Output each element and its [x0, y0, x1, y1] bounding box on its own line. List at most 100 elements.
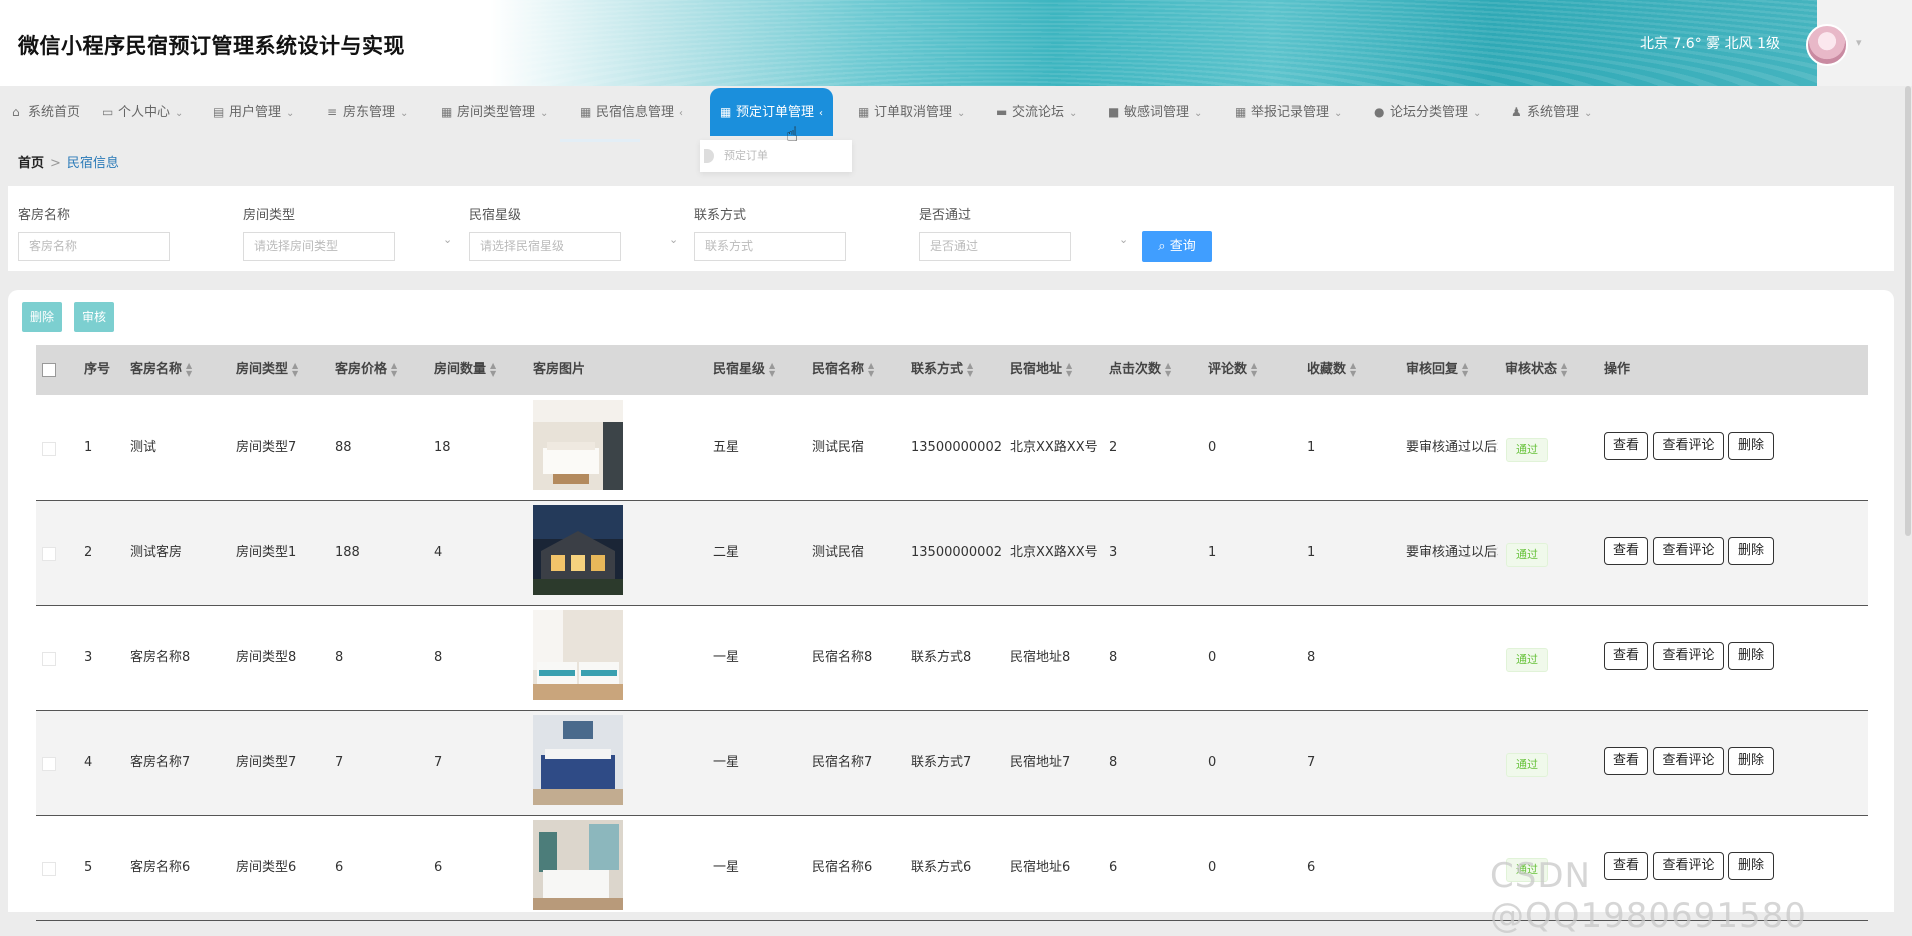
chevron-down-icon[interactable]: ⌄ [443, 233, 452, 246]
contact-input[interactable]: 联系方式 [694, 232, 846, 261]
grid-icon: ▦ [580, 105, 592, 119]
room-image[interactable] [533, 820, 623, 910]
row-checkbox[interactable] [42, 652, 56, 666]
cell-favorites: 6 [1307, 860, 1316, 875]
col-header-contact[interactable]: 联系方式 ▲ ▼ [911, 345, 973, 395]
sort-icon[interactable]: ▲ ▼ [1066, 361, 1072, 378]
view-button[interactable]: 查看 [1604, 747, 1648, 775]
cell-no: 3 [84, 650, 93, 665]
sort-icon[interactable]: ▲ ▼ [490, 361, 496, 378]
chevron-down-icon[interactable]: ⌄ [669, 233, 678, 246]
col-header-address[interactable]: 民宿地址 ▲ ▼ [1010, 345, 1072, 395]
row-checkbox[interactable] [42, 442, 56, 456]
delete-button[interactable]: 删除 [22, 302, 63, 332]
sort-icon[interactable]: ▲ ▼ [1561, 361, 1567, 378]
row-delete-button[interactable]: 删除 [1728, 747, 1774, 775]
row-checkbox[interactable] [42, 862, 56, 876]
sort-icon[interactable]: ▲ ▼ [1350, 361, 1356, 378]
row-checkbox[interactable] [42, 757, 56, 771]
nav-item-bookings[interactable]: ▦ 预定订单管理 ‹ [710, 88, 834, 136]
col-header-price[interactable]: 客房价格 ▲ ▼ [335, 345, 397, 395]
row-checkbox[interactable] [42, 547, 56, 561]
col-header-inn-name[interactable]: 民宿名称 ▲ ▼ [812, 345, 874, 395]
cell-inn-name: 民宿名称7 [812, 755, 873, 770]
sort-icon[interactable]: ▲ ▼ [1165, 361, 1171, 378]
col-header-comments[interactable]: 评论数 ▲ ▼ [1208, 345, 1257, 395]
page-scrollbar[interactable] [1905, 86, 1911, 536]
room-image[interactable] [533, 715, 623, 805]
view-comments-button[interactable]: 查看评论 [1653, 747, 1724, 775]
chevron-down-icon[interactable]: ⌄ [1119, 233, 1128, 246]
room-type-select[interactable]: 请选择房间类型 [243, 232, 395, 261]
sort-icon[interactable]: ▲ ▼ [769, 361, 775, 378]
chevron-down-icon: ⌄ [1334, 108, 1343, 119]
nav-item-landlords[interactable]: ≡ 房东管理 ⌄ [327, 88, 408, 136]
nav-item-forum-categories[interactable]: ● 论坛分类管理 ⌄ [1374, 88, 1481, 136]
nav-item-inn-info[interactable]: ▦ 民宿信息管理 ‹ [580, 88, 683, 136]
cell-comments: 0 [1208, 755, 1217, 770]
nav-item-room-types[interactable]: ▦ 房间类型管理 ⌄ [441, 88, 548, 136]
user-avatar[interactable] [1806, 24, 1848, 66]
star-select[interactable]: 请选择民宿星级 [469, 232, 621, 261]
status-badge: 通过 [1506, 543, 1548, 567]
submenu-bookings[interactable]: 预定订单 [700, 140, 852, 172]
nav-item-system[interactable]: ♟ 系统管理 ⌄ [1511, 88, 1592, 136]
nav-item-home[interactable]: ⌂ 系统首页 [12, 88, 80, 136]
cell-star: 一星 [713, 650, 740, 665]
col-header-room-type[interactable]: 房间类型 ▲ ▼ [236, 345, 298, 395]
query-button[interactable]: ⌕ 查询 [1142, 231, 1212, 262]
approved-select[interactable]: 是否通过 [919, 232, 1071, 261]
user-icon: ♟ [1511, 105, 1522, 119]
cell-no: 1 [84, 440, 93, 455]
sort-icon[interactable]: ▲ ▼ [292, 361, 298, 378]
breadcrumb-separator: > [50, 156, 61, 171]
cell-room-type: 房间类型6 [236, 860, 297, 875]
col-header-reply[interactable]: 审核回复 ▲ ▼ [1406, 345, 1468, 395]
view-comments-button[interactable]: 查看评论 [1653, 642, 1724, 670]
room-image[interactable] [533, 400, 623, 490]
col-header-count[interactable]: 房间数量 ▲ ▼ [434, 345, 496, 395]
col-header-favorites[interactable]: 收藏数 ▲ ▼ [1307, 345, 1356, 395]
select-all-checkbox[interactable] [42, 363, 56, 377]
cell-contact: 13500000002 [911, 440, 1002, 455]
sort-icon[interactable]: ▲ ▼ [1462, 361, 1468, 378]
cell-clicks: 2 [1109, 440, 1118, 455]
sort-icon[interactable]: ▲ ▼ [868, 361, 874, 378]
breadcrumb-home[interactable]: 首页 [18, 156, 44, 171]
nav-item-users[interactable]: ▤ 用户管理 ⌄ [213, 88, 294, 136]
cell-count: 8 [434, 650, 443, 665]
nav-item-cancellations[interactable]: ▦ 订单取消管理 ⌄ [858, 88, 965, 136]
row-delete-button[interactable]: 删除 [1728, 537, 1774, 565]
cell-reply: 要审核通过以后才能 [1406, 440, 1498, 455]
cell-favorites: 7 [1307, 755, 1316, 770]
sort-icon[interactable]: ▲ ▼ [186, 361, 192, 378]
col-header-star[interactable]: 民宿星级 ▲ ▼ [713, 345, 775, 395]
cell-address: 民宿地址6 [1010, 860, 1071, 875]
col-header-status[interactable]: 审核状态 ▲ ▼ [1505, 345, 1567, 395]
row-delete-button[interactable]: 删除 [1728, 642, 1774, 670]
chevron-down-icon: ⌄ [1584, 108, 1593, 119]
view-comments-button[interactable]: 查看评论 [1653, 432, 1724, 460]
nav-item-forum[interactable]: ▬ 交流论坛 ⌄ [996, 88, 1077, 136]
view-button[interactable]: 查看 [1604, 432, 1648, 460]
room-image[interactable] [533, 610, 623, 700]
col-header-room-name[interactable]: 客房名称 ▲ ▼ [130, 345, 192, 395]
col-header-clicks[interactable]: 点击次数 ▲ ▼ [1109, 345, 1171, 395]
cell-room-type: 房间类型1 [236, 545, 297, 560]
chevron-down-icon: ⌄ [1473, 108, 1482, 119]
view-button[interactable]: 查看 [1604, 642, 1648, 670]
sort-icon[interactable]: ▲ ▼ [967, 361, 973, 378]
nav-item-profile[interactable]: ▭ 个人中心 ⌄ [102, 88, 183, 136]
sort-icon[interactable]: ▲ ▼ [1251, 361, 1257, 378]
audit-button[interactable]: 审核 [74, 302, 115, 332]
chevron-left-icon: ‹ [679, 108, 684, 119]
view-comments-button[interactable]: 查看评论 [1653, 537, 1724, 565]
chevron-down-icon[interactable]: ▾ [1856, 36, 1862, 49]
room-image[interactable] [533, 505, 623, 595]
room-name-input[interactable]: 客房名称 [18, 232, 170, 261]
nav-item-reports[interactable]: ▦ 举报记录管理 ⌄ [1235, 88, 1342, 136]
sort-icon[interactable]: ▲ ▼ [391, 361, 397, 378]
view-button[interactable]: 查看 [1604, 537, 1648, 565]
row-delete-button[interactable]: 删除 [1728, 432, 1774, 460]
nav-item-sensitive-words[interactable]: ■ 敏感词管理 ⌄ [1108, 88, 1202, 136]
